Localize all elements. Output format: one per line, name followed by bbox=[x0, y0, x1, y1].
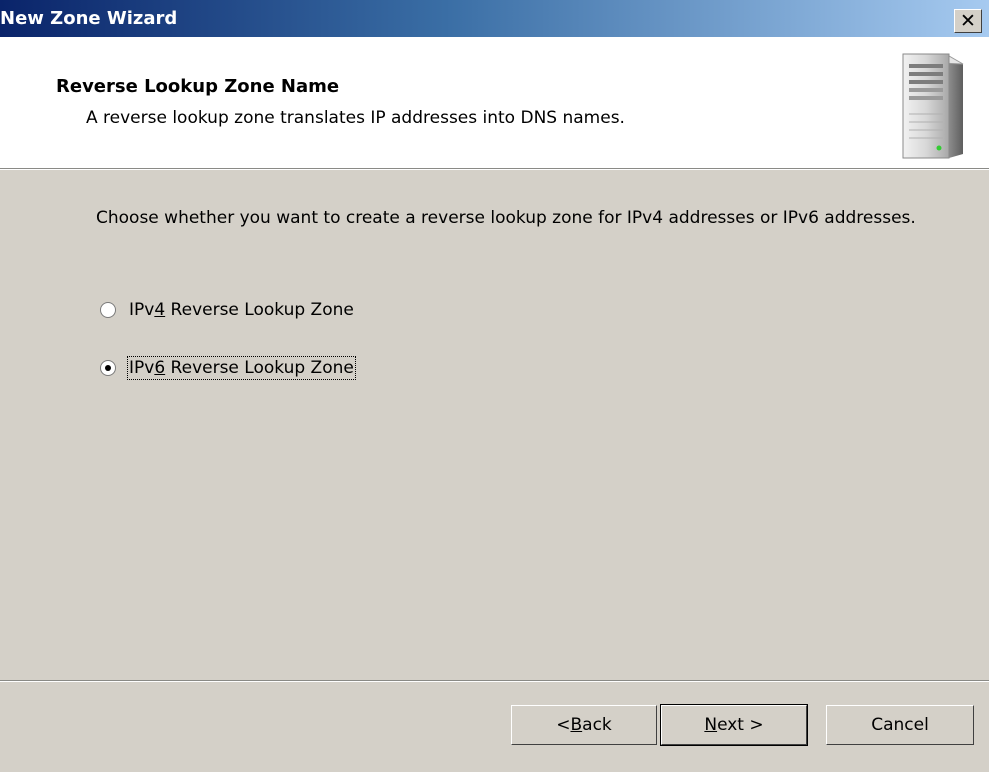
close-icon: ✕ bbox=[960, 10, 976, 32]
page-title: Reverse Lookup Zone Name bbox=[56, 76, 340, 97]
instruction-text: Choose whether you want to create a reve… bbox=[96, 208, 916, 228]
ipv6-radio-button[interactable] bbox=[100, 360, 116, 376]
new-zone-wizard-window: New Zone Wizard ✕ Reverse Lookup Zone Na… bbox=[0, 0, 989, 772]
server-icon bbox=[902, 53, 964, 159]
wizard-header bbox=[0, 37, 989, 168]
page-subtitle: A reverse lookup zone translates IP addr… bbox=[86, 108, 625, 128]
ipv6-reverse-lookup-zone-option[interactable]: IPv6 Reverse Lookup Zone bbox=[100, 356, 356, 380]
ipv4-reverse-lookup-zone-option[interactable]: IPv4 Reverse Lookup Zone bbox=[100, 298, 355, 322]
ipv4-radio-button[interactable] bbox=[100, 302, 116, 318]
footer-divider-highlight bbox=[0, 681, 989, 682]
next-button[interactable]: Next > bbox=[660, 704, 808, 746]
cancel-button[interactable]: Cancel bbox=[826, 705, 974, 745]
ipv6-radio-label[interactable]: IPv6 Reverse Lookup Zone bbox=[127, 356, 356, 380]
title-bar[interactable]: New Zone Wizard ✕ bbox=[0, 0, 989, 37]
window-title: New Zone Wizard bbox=[0, 8, 178, 29]
header-divider-highlight bbox=[0, 169, 989, 170]
back-button[interactable]: < Back bbox=[511, 705, 657, 745]
ipv4-radio-label[interactable]: IPv4 Reverse Lookup Zone bbox=[128, 299, 355, 321]
close-button[interactable]: ✕ bbox=[954, 9, 982, 33]
